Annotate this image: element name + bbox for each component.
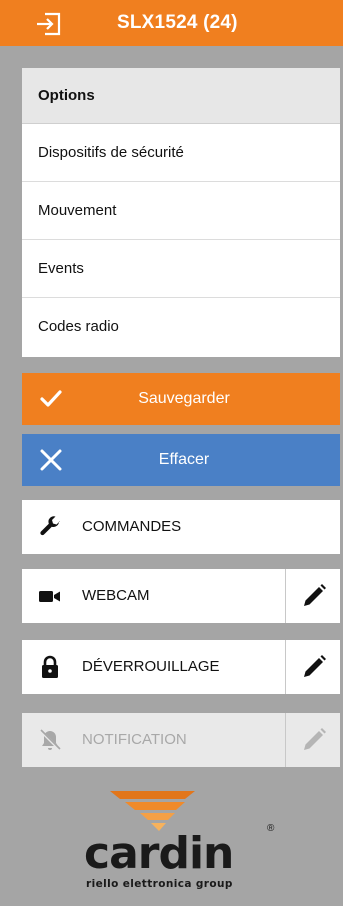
svg-text:cardin: cardin (84, 828, 233, 879)
webcam-label: WEBCAM (82, 587, 150, 604)
top-bar: SLX1524 (24) (0, 0, 343, 46)
options-menu: Options Dispositifs de sécurité Mouvemen… (22, 68, 340, 357)
menu-item-radio-codes[interactable]: Codes radio (22, 298, 340, 356)
webcam-open[interactable]: WEBCAM (22, 569, 285, 623)
camera-icon (38, 584, 62, 608)
pencil-icon (304, 584, 326, 606)
menu-item-safety-devices[interactable]: Dispositifs de sécurité (22, 124, 340, 182)
clear-button[interactable]: Effacer (22, 434, 340, 486)
unlock-label: DÉVERROUILLAGE (82, 658, 220, 675)
menu-item-events[interactable]: Events (22, 240, 340, 298)
webcam-edit-button[interactable] (285, 569, 340, 623)
unlock-row: DÉVERROUILLAGE (22, 640, 340, 694)
cardin-logo: cardin ® riello elettronica group (80, 783, 290, 893)
save-button[interactable]: Sauvegarder (22, 373, 340, 425)
options-heading: Options (22, 68, 340, 124)
menu-item-movement[interactable]: Mouvement (22, 182, 340, 240)
pencil-icon (304, 728, 326, 750)
unlock-edit-button[interactable] (285, 640, 340, 694)
pencil-icon (304, 655, 326, 677)
lock-icon (38, 655, 62, 679)
notification-row: NOTIFICATION (22, 713, 340, 767)
exit-icon[interactable] (35, 12, 61, 36)
notification-label: NOTIFICATION (82, 731, 187, 748)
webcam-row: WEBCAM (22, 569, 340, 623)
wrench-icon (38, 515, 62, 539)
save-label: Sauvegarder (138, 390, 230, 407)
bell-off-icon (38, 728, 62, 752)
commands-label: COMMANDES (82, 518, 182, 535)
device-title: SLX1524 (24) (117, 12, 238, 33)
svg-text:riello elettronica group: riello elettronica group (86, 878, 233, 890)
clear-label: Effacer (158, 451, 210, 468)
notification-edit-button[interactable] (285, 713, 340, 767)
notification-open[interactable]: NOTIFICATION (22, 713, 285, 767)
svg-text:®: ® (267, 823, 275, 834)
commands-row[interactable]: COMMANDES (22, 500, 340, 554)
unlock-open[interactable]: DÉVERROUILLAGE (22, 640, 285, 694)
